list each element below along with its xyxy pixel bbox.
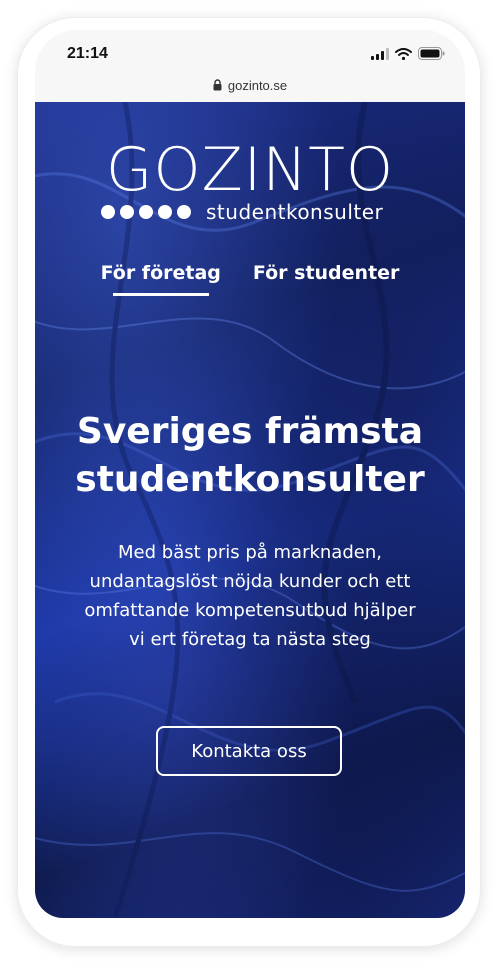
logo-dot xyxy=(158,205,172,219)
description-line-2: undantagslöst nöjda kunder och ett xyxy=(89,571,411,592)
status-time: 21:14 xyxy=(67,45,108,62)
logo-dot xyxy=(120,205,134,219)
logo-dot xyxy=(101,205,115,219)
logo-dot xyxy=(177,205,191,219)
audience-tabs: För företag För studenter xyxy=(35,262,465,296)
logo-subline: studentkonsulter xyxy=(101,200,383,224)
description-line-1: Med bäst pris på marknaden, xyxy=(118,542,382,563)
hero-description: Med bäst pris på marknaden, undantagslös… xyxy=(60,538,440,654)
url-text: gozinto.se xyxy=(227,77,288,93)
signal-icon xyxy=(371,47,389,60)
hero-section: GOZINTO studentkonsulter För företag För… xyxy=(35,102,465,918)
description-line-4: vi ert företag ta nästa steg xyxy=(129,629,371,650)
headline-line-1: Sveriges främsta xyxy=(76,411,424,452)
tab-for-companies[interactable]: För företag xyxy=(101,262,221,296)
wifi-icon xyxy=(395,47,412,60)
hero-headline: Sveriges främsta studentkonsulter xyxy=(35,408,465,504)
logo-tagline: studentkonsulter xyxy=(206,200,384,224)
phone-screen: 21:14 gozinto.se GOZINTO studentkonsulte… xyxy=(35,30,465,918)
lock-icon xyxy=(213,79,222,91)
address-bar[interactable]: gozinto.se xyxy=(35,70,465,100)
tab-for-students[interactable]: För studenter xyxy=(253,262,400,296)
status-icons xyxy=(371,47,445,60)
battery-icon xyxy=(418,47,445,60)
logo-dot xyxy=(139,205,153,219)
logo-wordmark: GOZINTO xyxy=(105,135,395,205)
headline-line-2: studentkonsulter xyxy=(75,459,425,500)
marble-background xyxy=(35,102,465,918)
contact-button[interactable]: Kontakta oss xyxy=(156,726,342,776)
description-line-3: omfattande kompetensutbud hjälper xyxy=(84,600,416,621)
